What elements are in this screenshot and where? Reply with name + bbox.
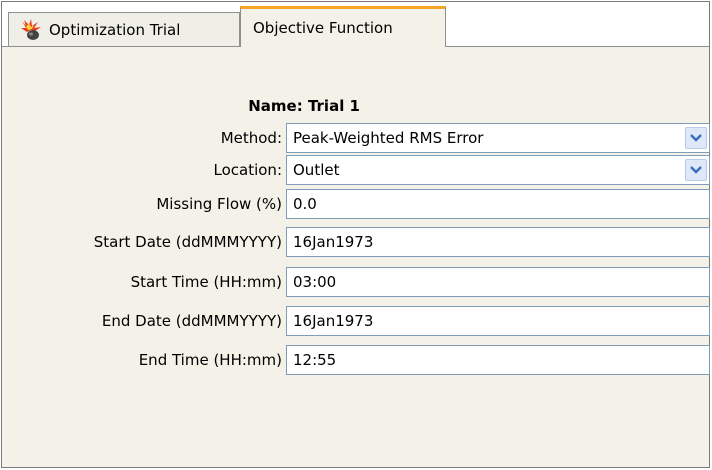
method-select[interactable]: Peak-Weighted RMS Error (286, 123, 710, 153)
missing-flow-label: Missing Flow (%) (156, 195, 282, 213)
explosion-icon (21, 18, 41, 40)
tab-strip: Optimization Trial Objective Function (2, 2, 709, 47)
missing-flow-field[interactable]: 0.0 (286, 189, 710, 219)
start-date-label: Start Date (ddMMMYYYY) (93, 233, 282, 251)
location-value: Outlet (293, 161, 340, 179)
chevron-down-icon (690, 134, 702, 142)
tab-objective-function-label: Objective Function (253, 19, 393, 37)
location-select[interactable]: Outlet (286, 155, 710, 185)
trial-name: Name: Trial 1 (248, 97, 360, 115)
start-time-label: Start Time (HH:mm) (130, 273, 282, 291)
tab-optimization-trial-label: Optimization Trial (49, 20, 181, 39)
chevron-down-icon (690, 166, 702, 174)
method-value: Peak-Weighted RMS Error (293, 129, 484, 147)
end-time-label: End Time (HH:mm) (138, 351, 282, 369)
location-label: Location: (213, 161, 283, 179)
end-time-field[interactable]: 12:55 (286, 345, 710, 375)
start-date-field[interactable]: 16Jan1973 (286, 227, 710, 257)
objective-function-panel: Optimization Trial Objective Function Na… (1, 1, 710, 468)
end-date-field[interactable]: 16Jan1973 (286, 306, 710, 336)
method-dropdown-button[interactable] (685, 127, 707, 149)
location-dropdown-button[interactable] (685, 159, 707, 181)
tab-objective-function[interactable]: Objective Function (240, 6, 446, 47)
end-date-label: End Date (ddMMMYYYY) (101, 312, 282, 330)
start-time-field[interactable]: 03:00 (286, 267, 710, 297)
method-label: Method: (220, 129, 282, 147)
tab-optimization-trial[interactable]: Optimization Trial (8, 12, 240, 46)
